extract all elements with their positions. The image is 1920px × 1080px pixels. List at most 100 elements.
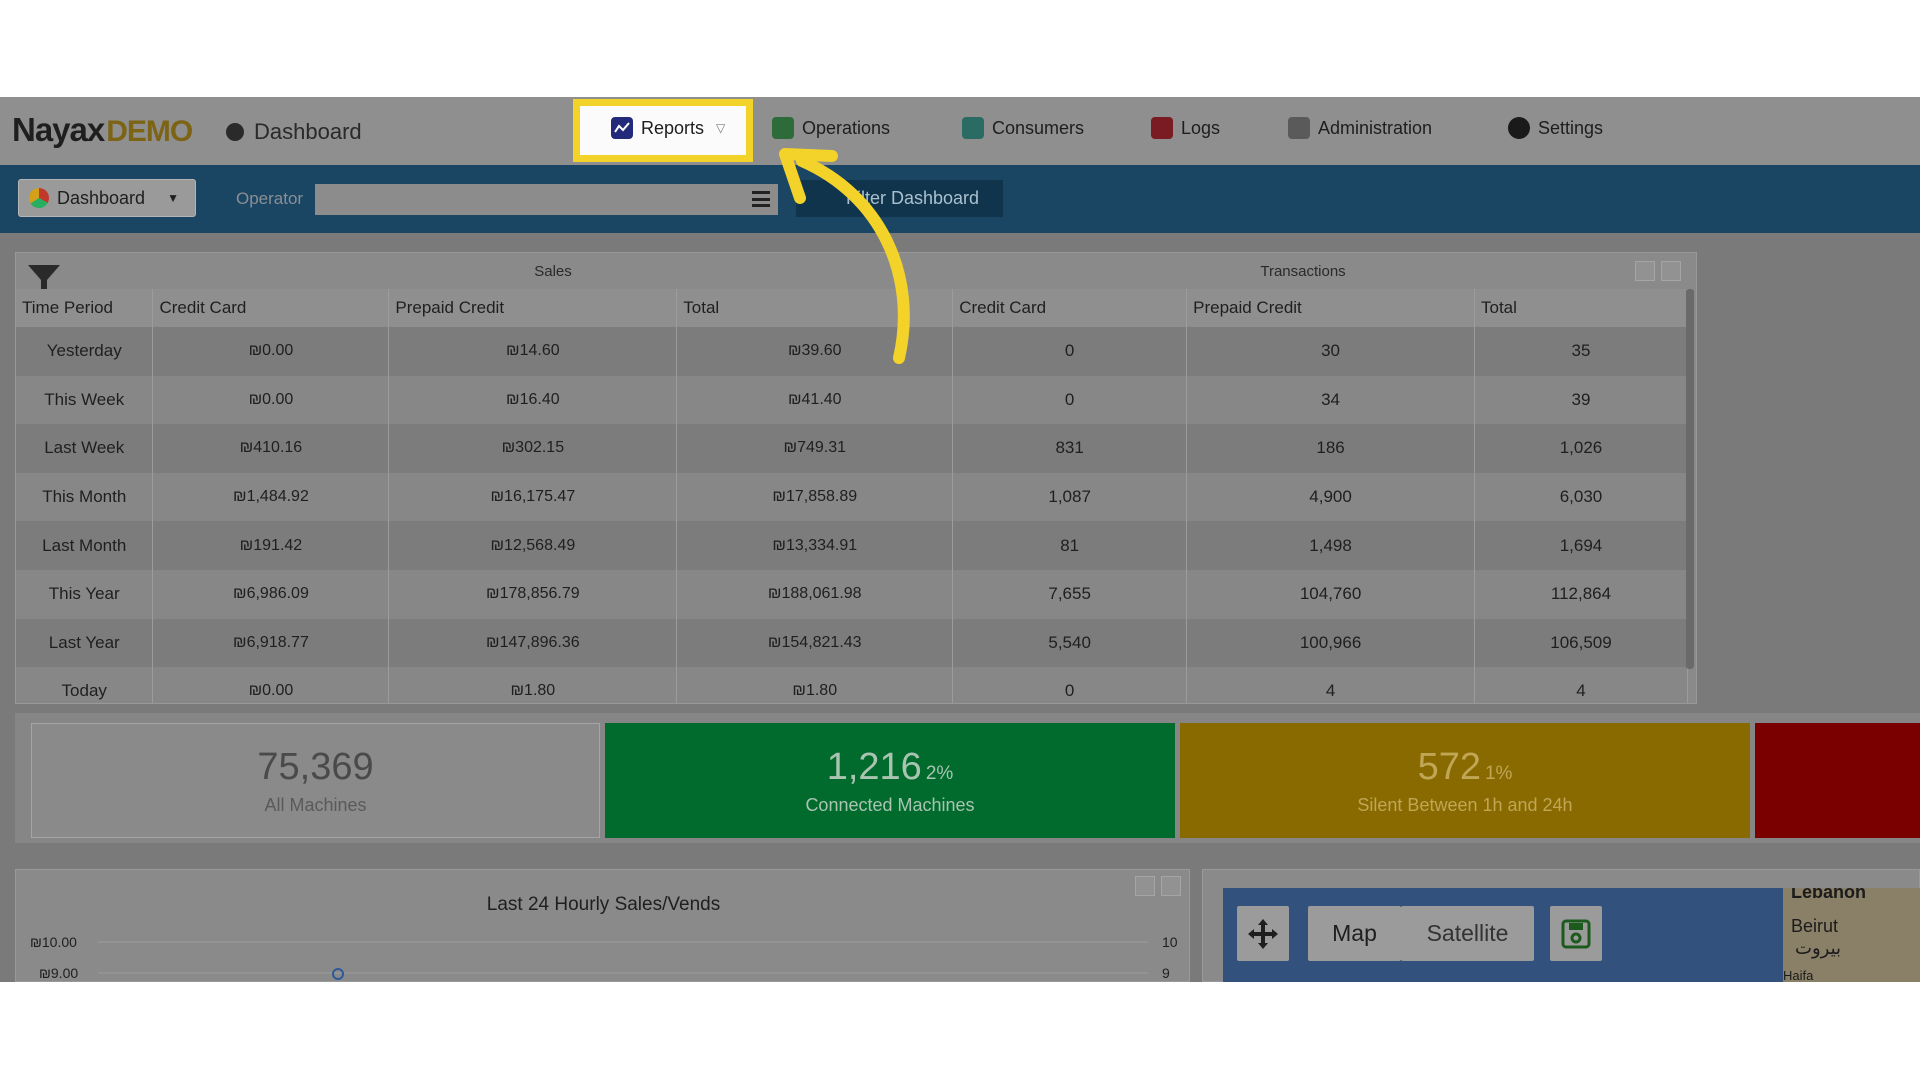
table-row[interactable]: Last Year ₪6,918.77 ₪147,896.36 ₪154,821.43…: [16, 618, 1688, 668]
operator-input[interactable]: [315, 184, 778, 215]
nav-reports[interactable]: Reports ▽: [611, 117, 725, 139]
column-header[interactable]: Credit Card: [952, 289, 1188, 327]
table-cell: ₪17,858.89: [676, 472, 954, 522]
satellite-type-button[interactable]: Satellite: [1401, 906, 1534, 961]
column-header[interactable]: Credit Card: [152, 289, 390, 327]
table-cell: ₪14.60: [388, 327, 678, 376]
nayax-app: NayaxDEMO Dashboard Reports ▽ Operations…: [0, 97, 1920, 982]
nav-settings[interactable]: Settings: [1508, 117, 1603, 139]
left-tick-label: ₪10.00: [30, 934, 77, 950]
map-view[interactable]: Map Satellite Lebanon Beirut بيروت Haifa: [1223, 888, 1920, 982]
silent-label: Silent Between 1h and 24h: [1357, 794, 1573, 815]
nav-logs[interactable]: Logs: [1151, 117, 1220, 139]
nav-administration[interactable]: Administration: [1288, 117, 1432, 139]
time-period-cell: Yesterday: [16, 327, 154, 376]
table-cell: 1,694: [1474, 521, 1688, 570]
download-icon[interactable]: [1661, 261, 1681, 281]
nayax-logo[interactable]: NayaxDEMO: [12, 111, 193, 149]
nav-operations[interactable]: Operations: [772, 117, 890, 139]
table-cell: ₪16.40: [388, 375, 678, 425]
table-row[interactable]: This Year ₪6,986.09 ₪178,856.79 ₪188,061.98…: [16, 569, 1688, 619]
hourly-chart-plot: ₪10.00 ₪9.00 10 9: [30, 934, 1178, 981]
offline-machines-tile[interactable]: [1755, 723, 1920, 838]
table-cell: ₪16,175.47: [388, 472, 678, 522]
all-machines-count: 75,369: [257, 745, 374, 788]
connected-count: 1,216: [826, 745, 922, 788]
table-row[interactable]: Last Week ₪410.16 ₪302.15 ₪749.31 831 186 1,02…: [16, 424, 1688, 473]
time-period-cell: Today: [16, 667, 154, 703]
table-cell: 81: [952, 521, 1188, 570]
table-cell: 39: [1474, 375, 1688, 425]
operator-label: Operator: [236, 189, 304, 208]
map-type-button[interactable]: Map: [1308, 906, 1401, 961]
table-body: Yesterday ₪0.00 ₪14.60 ₪39.60 0 30 35 This Week…: [16, 327, 1688, 703]
move-icon[interactable]: [1237, 906, 1289, 961]
table-cell: 104,760: [1186, 569, 1475, 619]
table-cell: 106,509: [1474, 618, 1688, 668]
transactions-group-header: Transactions: [1260, 262, 1346, 280]
dashboard-select[interactable]: Dashboard ▼: [18, 179, 196, 217]
table-cell: ₪302.15: [388, 424, 678, 473]
logo-suffix: DEMO: [106, 115, 193, 148]
table-cell: 831: [952, 424, 1188, 473]
panel-tools: [1635, 261, 1681, 281]
table-cell: 186: [1186, 424, 1475, 473]
column-header[interactable]: Prepaid Credit: [388, 289, 678, 327]
pie-chart-icon: [29, 188, 49, 208]
operations-icon: [772, 117, 794, 139]
table-cell: 1,026: [1474, 424, 1688, 473]
logo-main: Nayax: [12, 111, 105, 148]
filter-bar: Dashboard ▼ Operator Filter Dashboard: [0, 165, 1920, 233]
data-point[interactable]: [332, 968, 344, 980]
silent-machines-tile[interactable]: 572 1% Silent Between 1h and 24h: [1180, 723, 1750, 838]
time-period-cell: This Week: [16, 375, 154, 425]
save-icon[interactable]: [1550, 906, 1602, 961]
column-header[interactable]: Time Period: [16, 289, 154, 327]
table-cell: ₪178,856.79: [388, 569, 678, 619]
connected-machines-tile[interactable]: 1,216 2% Connected Machines: [605, 723, 1175, 838]
table-cell: ₪147,896.36: [388, 618, 678, 668]
column-header[interactable]: Total: [676, 289, 954, 327]
table-cell: ₪1,484.92: [152, 472, 390, 522]
table-cell: 1,087: [952, 472, 1188, 522]
table-cell: 1,498: [1186, 521, 1475, 570]
table-row[interactable]: This Month ₪1,484.92 ₪16,175.47 ₪17,858.89 1…: [16, 472, 1688, 522]
table-row[interactable]: Last Month ₪191.42 ₪12,568.49 ₪13,334.91 81 1…: [16, 521, 1688, 570]
table-cell: ₪191.42: [152, 521, 390, 570]
filter-dashboard-button[interactable]: Filter Dashboard: [796, 180, 1003, 217]
left-tick-label: ₪9.00: [39, 965, 78, 981]
column-header[interactable]: Total: [1474, 289, 1688, 327]
table-scrollbar[interactable]: [1686, 289, 1694, 669]
map-panel: Map Satellite Lebanon Beirut بيروت Haifa: [1202, 869, 1920, 982]
table-header-row: Time Period Credit Card Prepaid Credit T…: [16, 289, 1688, 327]
table-row[interactable]: Yesterday ₪0.00 ₪14.60 ₪39.60 0 30 35: [16, 327, 1688, 376]
silent-percent: 1%: [1484, 762, 1513, 784]
right-tick-label: 10: [1162, 934, 1178, 950]
nav-consumers[interactable]: Consumers: [962, 117, 1084, 139]
table-row[interactable]: Today ₪0.00 ₪1.80 ₪1.80 0 4 4: [16, 667, 1688, 703]
nav-administration-label: Administration: [1318, 117, 1433, 138]
breadcrumb-label: Dashboard: [254, 119, 362, 144]
filter-dashboard-label: Filter Dashboard: [846, 188, 980, 208]
column-header[interactable]: Prepaid Credit: [1186, 289, 1475, 327]
consumers-icon: [962, 117, 984, 139]
all-machines-tile[interactable]: 75,369 All Machines: [31, 723, 600, 838]
table-cell: 100,966: [1186, 618, 1475, 668]
chevron-down-icon: ▽: [716, 121, 726, 135]
expand-icon[interactable]: [1635, 261, 1655, 281]
time-period-cell: Last Week: [16, 424, 154, 473]
table-cell: 30: [1186, 327, 1475, 376]
table-cell: 4: [1186, 667, 1475, 703]
table-cell: 0: [952, 667, 1188, 703]
top-navigation: NayaxDEMO Dashboard Reports ▽ Operations…: [0, 97, 1920, 165]
gear-icon: [1508, 117, 1530, 139]
table-cell: 0: [952, 327, 1188, 376]
connected-percent: 2%: [925, 762, 954, 784]
nav-logs-label: Logs: [1181, 117, 1221, 138]
right-tick-label: 9: [1162, 965, 1170, 981]
table-cell: ₪410.16: [152, 424, 390, 473]
time-period-cell: Last Month: [16, 521, 154, 570]
list-icon[interactable]: [752, 191, 770, 207]
table-row[interactable]: This Week ₪0.00 ₪16.40 ₪41.40 0 34 39: [16, 375, 1688, 425]
administration-icon: [1288, 117, 1310, 139]
